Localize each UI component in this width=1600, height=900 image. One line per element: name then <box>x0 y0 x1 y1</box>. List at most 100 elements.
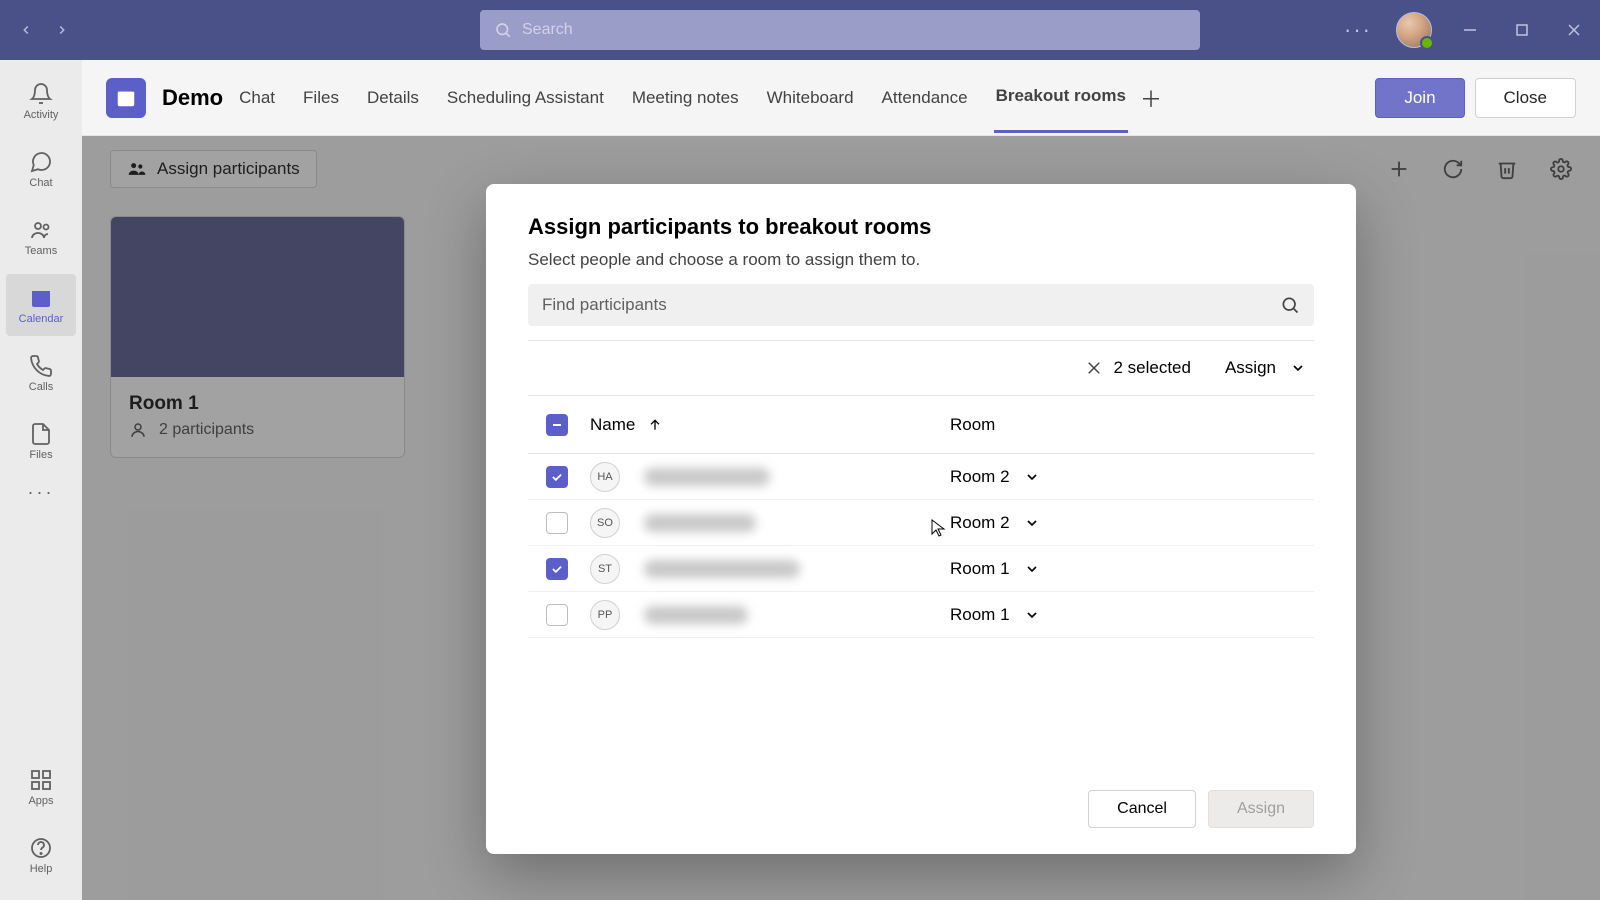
chat-icon <box>29 150 53 174</box>
room-value: Room 1 <box>950 605 1010 625</box>
participant-checkbox[interactable] <box>546 466 568 488</box>
assign-dropdown-label: Assign <box>1225 358 1276 378</box>
app-rail: Activity Chat Teams Calendar Calls Files… <box>0 60 82 900</box>
participant-name <box>644 514 756 532</box>
tab-chat[interactable]: Chat <box>237 64 277 132</box>
assign-participants-dialog: Assign participants to breakout rooms Se… <box>486 184 1356 854</box>
tab-breakout-rooms[interactable]: Breakout rooms <box>994 62 1128 133</box>
nav-forward-button[interactable] <box>48 16 76 44</box>
room-value: Room 2 <box>950 467 1010 487</box>
table-header: Name Room <box>528 396 1314 454</box>
titlebar: Search ··· <box>0 0 1600 60</box>
assign-button[interactable]: Assign <box>1208 790 1314 828</box>
participant-row: SO Room 2 <box>528 500 1314 546</box>
phone-icon <box>29 354 53 378</box>
selection-count: 2 selected <box>1113 358 1191 378</box>
chevron-down-icon <box>1024 515 1040 531</box>
chevron-down-icon <box>1024 561 1040 577</box>
rail-label: Teams <box>25 245 57 257</box>
dialog-title: Assign participants to breakout rooms <box>528 214 1314 240</box>
room-selector[interactable]: Room 1 <box>950 559 1314 579</box>
search-input[interactable]: Search <box>480 10 1200 50</box>
tab-bar: Chat Files Details Scheduling Assistant Meet… <box>237 62 1128 133</box>
search-icon <box>1280 295 1300 315</box>
rail-item-teams[interactable]: Teams <box>6 206 76 268</box>
search-icon <box>494 21 512 39</box>
room-selector[interactable]: Room 2 <box>950 513 1314 533</box>
participant-name <box>644 468 770 486</box>
room-value: Room 1 <box>950 559 1010 579</box>
rail-item-calls[interactable]: Calls <box>6 342 76 404</box>
participant-checkbox[interactable] <box>546 604 568 626</box>
participant-row: HA Room 2 <box>528 454 1314 500</box>
rail-label: Calendar <box>19 313 64 325</box>
tab-attendance[interactable]: Attendance <box>880 64 970 132</box>
window-minimize-button[interactable] <box>1456 16 1484 44</box>
participant-row: ST Room 1 <box>528 546 1314 592</box>
participant-row: PP Room 1 <box>528 592 1314 638</box>
rail-label: Files <box>29 449 52 461</box>
rail-label: Chat <box>29 177 52 189</box>
dialog-subtitle: Select people and choose a room to assig… <box>528 250 1314 270</box>
cancel-button[interactable]: Cancel <box>1088 790 1196 828</box>
rail-item-activity[interactable]: Activity <box>6 70 76 132</box>
participant-name <box>644 606 748 624</box>
rail-item-apps[interactable]: Apps <box>6 756 76 818</box>
participant-avatar: HA <box>590 462 620 492</box>
column-name-header[interactable]: Name <box>590 415 950 435</box>
window-maximize-button[interactable] <box>1508 16 1536 44</box>
room-selector[interactable]: Room 2 <box>950 467 1314 487</box>
tab-scheduling-assistant[interactable]: Scheduling Assistant <box>445 64 606 132</box>
file-icon <box>29 422 53 446</box>
apps-icon <box>29 768 53 792</box>
calendar-icon <box>29 286 53 310</box>
meeting-icon <box>106 78 146 118</box>
help-icon <box>29 836 53 860</box>
rail-item-chat[interactable]: Chat <box>6 138 76 200</box>
tab-files[interactable]: Files <box>301 64 341 132</box>
tab-meeting-notes[interactable]: Meeting notes <box>630 64 741 132</box>
column-room-header[interactable]: Room <box>950 415 1314 435</box>
teams-icon <box>29 218 53 242</box>
chevron-down-icon <box>1024 469 1040 485</box>
rail-item-calendar[interactable]: Calendar <box>6 274 76 336</box>
rail-label: Apps <box>28 795 53 807</box>
rail-more-button[interactable]: ··· <box>28 482 55 503</box>
room-selector[interactable]: Room 1 <box>950 605 1314 625</box>
join-button[interactable]: Join <box>1375 78 1464 118</box>
assign-dropdown[interactable]: Assign <box>1225 358 1306 378</box>
rail-item-help[interactable]: Help <box>6 824 76 886</box>
tab-whiteboard[interactable]: Whiteboard <box>765 64 856 132</box>
participant-avatar: ST <box>590 554 620 584</box>
meeting-header: Demo Chat Files Details Scheduling Assistan… <box>82 60 1600 136</box>
rail-label: Calls <box>29 381 53 393</box>
user-avatar[interactable] <box>1396 12 1432 48</box>
participant-avatar: SO <box>590 508 620 538</box>
rail-label: Help <box>30 863 53 875</box>
participant-checkbox[interactable] <box>546 558 568 580</box>
tab-details[interactable]: Details <box>365 64 421 132</box>
bell-icon <box>29 82 53 106</box>
add-tab-button[interactable]: ＋ <box>1140 82 1162 114</box>
meeting-title: Demo <box>162 85 223 111</box>
participant-name <box>644 560 800 578</box>
chevron-down-icon <box>1290 360 1306 376</box>
presence-indicator-icon <box>1420 36 1434 50</box>
sort-ascending-icon <box>647 417 663 433</box>
participant-checkbox[interactable] <box>546 512 568 534</box>
find-participants-input[interactable]: Find participants <box>528 284 1314 326</box>
chevron-down-icon <box>1024 607 1040 623</box>
room-value: Room 2 <box>950 513 1010 533</box>
find-placeholder: Find participants <box>542 295 667 315</box>
close-meeting-button[interactable]: Close <box>1475 78 1576 118</box>
clear-selection-button[interactable] <box>1085 359 1103 377</box>
rail-item-files[interactable]: Files <box>6 410 76 472</box>
window-close-button[interactable] <box>1560 16 1588 44</box>
search-placeholder: Search <box>522 21 573 39</box>
nav-back-button[interactable] <box>12 16 40 44</box>
mouse-cursor-icon <box>930 518 950 543</box>
rail-label: Activity <box>24 109 59 121</box>
more-menu-button[interactable]: ··· <box>1344 17 1372 43</box>
participant-avatar: PP <box>590 600 620 630</box>
select-all-checkbox[interactable] <box>546 414 568 436</box>
